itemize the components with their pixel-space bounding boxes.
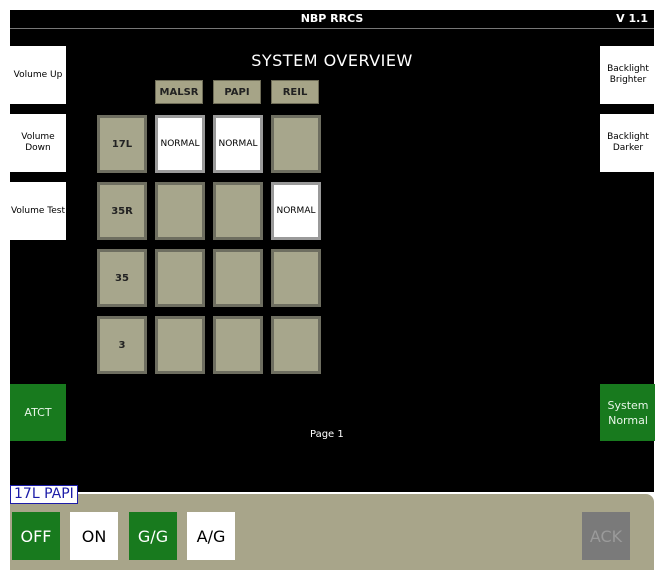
row-label-35r[interactable]: 35R [97,182,147,240]
row-label-35[interactable]: 35 [97,249,147,307]
off-button[interactable]: OFF [12,512,60,560]
status-cell-3-malsr[interactable] [155,316,205,374]
row-label-17l[interactable]: 17L [97,115,147,173]
status-cell-3-papi[interactable] [213,316,263,374]
backlight-brighter-button[interactable]: Backlight Brighter [600,46,655,104]
column-header-malsr: MALSR [155,80,203,104]
control-panel: OFF ON G/G A/G ACK [10,494,654,570]
status-cell-35-reil[interactable] [271,249,321,307]
volume-down-button[interactable]: Volume Down [10,114,66,172]
backlight-darker-button[interactable]: Backlight Darker [600,114,655,172]
page-indicator: Page 1 [310,429,344,440]
volume-test-button[interactable]: Volume Test [10,182,66,240]
on-button[interactable]: ON [70,512,118,560]
status-cell-17l-reil[interactable] [271,115,321,173]
gg-button[interactable]: G/G [129,512,177,560]
title-bar: NBP RRCS V 1.1 [10,10,654,29]
status-cell-35r-papi[interactable] [213,182,263,240]
status-cell-35r-reil[interactable]: NORMAL [271,182,321,240]
ag-button[interactable]: A/G [187,512,235,560]
status-cell-35-malsr[interactable] [155,249,205,307]
status-cell-35-papi[interactable] [213,249,263,307]
ack-button[interactable]: ACK [582,512,630,560]
selected-system-label: 17L PAPI [10,485,78,504]
status-cell-35r-malsr[interactable] [155,182,205,240]
app-title: NBP RRCS [300,12,364,25]
system-overview-panel: SYSTEM OVERVIEW Volume Up Volume Down Vo… [10,29,655,492]
page-title: SYSTEM OVERVIEW [251,51,413,70]
row-label-3[interactable]: 3 [97,316,147,374]
rrcs-screen: NBP RRCS V 1.1 SYSTEM OVERVIEW Volume Up… [0,0,655,570]
volume-up-button[interactable]: Volume Up [10,46,66,104]
system-normal-button[interactable]: System Normal [600,384,655,441]
column-header-papi: PAPI [213,80,261,104]
column-header-reil: REIL [271,80,319,104]
status-cell-3-reil[interactable] [271,316,321,374]
status-cell-17l-malsr[interactable]: NORMAL [155,115,205,173]
version-label: V 1.1 [616,12,648,25]
status-cell-17l-papi[interactable]: NORMAL [213,115,263,173]
atct-button[interactable]: ATCT [10,384,66,441]
